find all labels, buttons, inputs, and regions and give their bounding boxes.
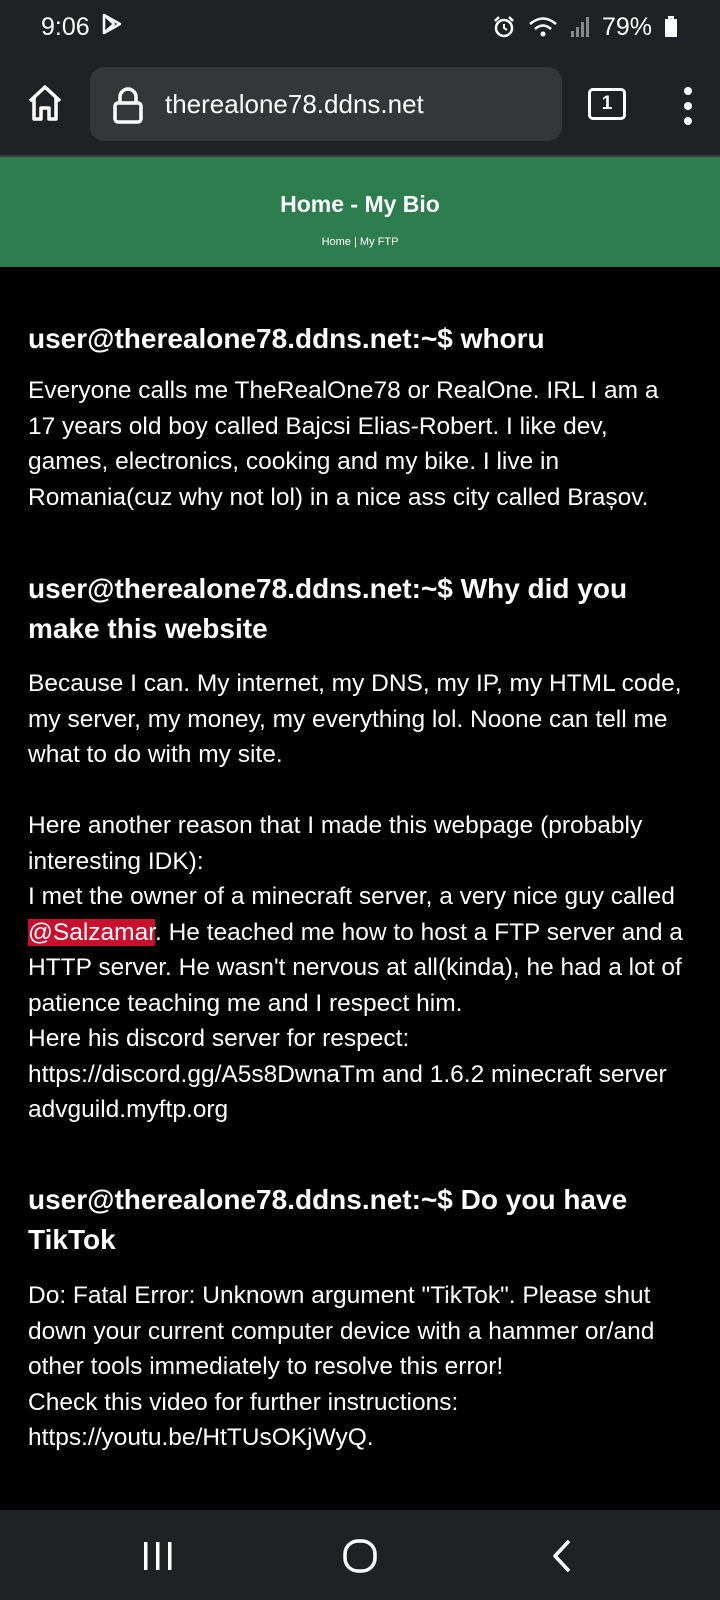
- status-bar: 9:06 79%: [0, 0, 720, 54]
- status-right: 79%: [492, 13, 678, 42]
- nav-separator: |: [350, 236, 360, 248]
- play-store-icon: [102, 13, 122, 42]
- battery-text: 79%: [601, 12, 652, 41]
- status-left: 9:06: [41, 13, 122, 42]
- more-vert-icon[interactable]: [680, 86, 696, 126]
- why-paragraph-4: Here his discord server for respect: htt…: [28, 1025, 667, 1123]
- why-paragraph-3: I met the owner of a minecraft server, a…: [28, 879, 692, 1021]
- address-bar[interactable]: therealone78.ddns.net: [90, 67, 562, 141]
- why-paragraph-3-pre: I met the owner of a minecraft server, a…: [28, 883, 675, 910]
- section-body-why-website: Because I can. My internet, my DNS, my I…: [28, 666, 692, 1128]
- recent-apps-icon[interactable]: [141, 1540, 175, 1572]
- why-blank-line: [28, 773, 692, 809]
- home-icon[interactable]: [26, 83, 64, 123]
- system-nav-bar: [0, 1510, 720, 1600]
- why-paragraph-1: Because I can. My internet, my DNS, my I…: [28, 670, 682, 768]
- clock: 9:06: [41, 12, 90, 41]
- battery-icon: [664, 16, 678, 38]
- tabs-icon[interactable]: 1: [588, 88, 626, 120]
- alarm-icon: [492, 15, 516, 39]
- tiktok-paragraph-2: Check this video for further instruction…: [28, 1388, 459, 1452]
- why-paragraph-2: Here another reason that I made this web…: [28, 812, 643, 875]
- main-content: user@therealone78.ddns.net:~$ whoru Ever…: [28, 267, 692, 1510]
- tab-count: 1: [601, 93, 613, 114]
- section-heading-tiktok: user@therealone78.ddns.net:~$ Do you hav…: [28, 1184, 628, 1255]
- lock-icon[interactable]: [112, 86, 144, 124]
- tiktok-paragraph-1: Do: Fatal Error: Unknown argument "TikTo…: [28, 1282, 655, 1380]
- url-text[interactable]: therealone78.ddns.net: [165, 89, 424, 120]
- nav-link-ftp[interactable]: My FTP: [360, 236, 399, 248]
- section-heading-why-website: user@therealone78.ddns.net:~$ Why did yo…: [28, 573, 628, 644]
- section-body-tiktok: Do: Fatal Error: Unknown argument "TikTo…: [28, 1278, 692, 1456]
- nav-link-home[interactable]: Home: [322, 236, 351, 248]
- wifi-icon: [528, 15, 558, 39]
- section-body-whoru: Everyone calls me TheRealOne78 or RealOn…: [28, 377, 659, 511]
- browser-toolbar: therealone78.ddns.net 1: [0, 54, 720, 156]
- back-icon[interactable]: [551, 1538, 573, 1574]
- home-circle-icon[interactable]: [342, 1538, 378, 1574]
- site-header: Home - My Bio Home | My FTP: [0, 157, 720, 267]
- signal-icon: [570, 16, 590, 38]
- mention-salzamar[interactable]: @Salzamar: [28, 918, 155, 946]
- site-nav: Home | My FTP: [0, 236, 720, 248]
- page-title: Home - My Bio: [280, 191, 440, 217]
- section-heading-whoru: user@therealone78.ddns.net:~$ whoru: [28, 323, 545, 354]
